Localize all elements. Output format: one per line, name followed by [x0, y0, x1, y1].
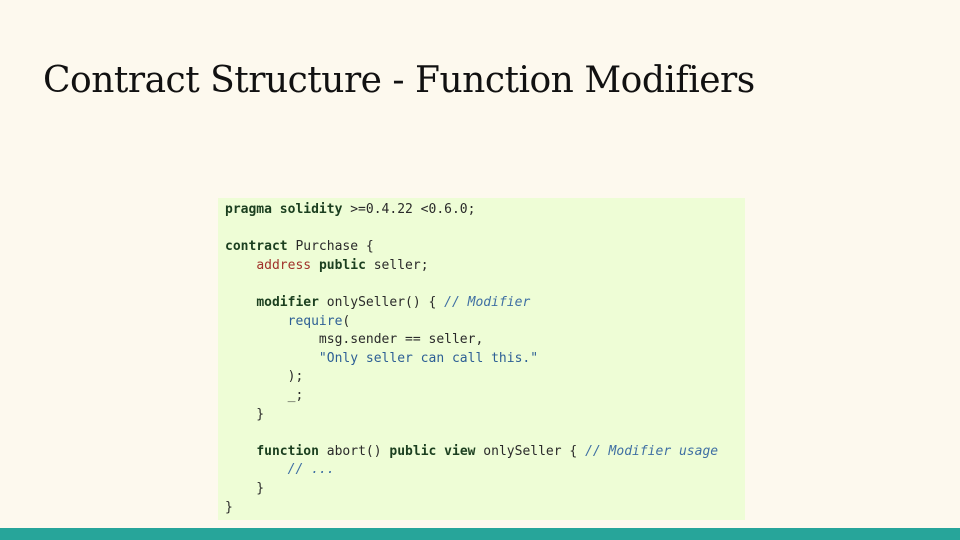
code-line: // ...	[225, 461, 745, 480]
code-token-comment: // Modifier usage	[585, 443, 719, 459]
code-token-text: Purchase {	[287, 239, 374, 255]
code-line: }	[225, 480, 745, 499]
code-line: function abort() public view onlySeller …	[225, 443, 745, 462]
code-token-keyword: modifier	[256, 294, 319, 310]
code-block: pragma solidity >=0.4.22 <0.6.0; contrac…	[218, 198, 745, 520]
code-token-text: (	[342, 313, 351, 329]
code-token-text: abort()	[318, 443, 390, 459]
code-token-keyword: public	[318, 257, 366, 273]
code-token-text: );	[225, 369, 304, 385]
code-line: contract Purchase {	[225, 238, 745, 257]
code-line: }	[225, 499, 745, 518]
code-token-string: require	[287, 313, 343, 329]
code-token-keyword: public view	[389, 443, 476, 459]
code-token-text: >=0.4.22 <0.6.0;	[342, 202, 476, 217]
code-token-type: address	[256, 257, 312, 273]
code-line: msg.sender == seller,	[225, 331, 745, 350]
code-line: address public seller;	[225, 257, 745, 276]
code-token-text: _;	[225, 387, 304, 403]
code-line: _;	[225, 387, 745, 406]
code-line: modifier onlySeller() { // Modifier	[225, 294, 745, 313]
code-token-text: }	[225, 480, 265, 496]
code-token-text: onlySeller() {	[318, 294, 445, 310]
footer-accent-bar	[0, 528, 960, 540]
code-token-keyword: function	[256, 443, 319, 459]
code-token-string: "Only seller can call this."	[318, 350, 539, 366]
code-line: "Only seller can call this."	[225, 350, 745, 369]
slide-title: Contract Structure - Function Modifiers	[43, 60, 755, 101]
code-line: pragma solidity >=0.4.22 <0.6.0;	[225, 201, 745, 220]
code-token-comment: // Modifier	[444, 294, 531, 310]
code-token-text: }	[225, 499, 233, 515]
code-token-text: msg.sender == seller,	[225, 332, 484, 348]
code-token-comment: // ...	[287, 462, 335, 478]
code-line: );	[225, 368, 745, 387]
code-token-text: onlySeller {	[475, 443, 586, 459]
code-token-text: seller;	[365, 257, 429, 273]
code-line: }	[225, 406, 745, 425]
code-token-keyword: pragma solidity	[225, 202, 343, 217]
code-line: require(	[225, 313, 745, 332]
code-token-keyword: contract	[225, 239, 288, 255]
code-token-text: }	[225, 406, 265, 422]
